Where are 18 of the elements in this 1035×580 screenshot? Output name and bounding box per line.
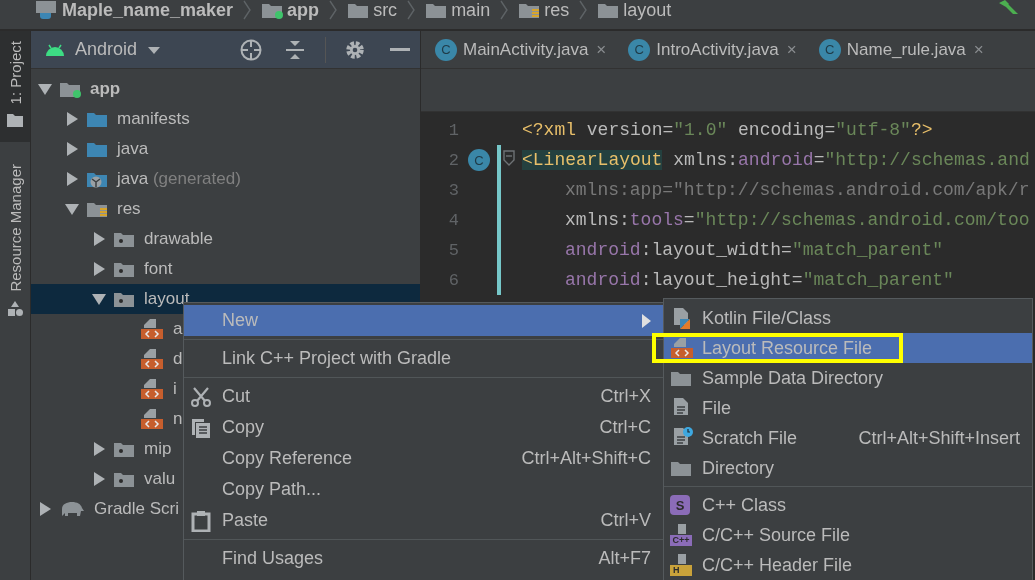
line-number: 5 — [447, 240, 460, 260]
line-number: 2 — [447, 150, 460, 170]
cpp-file-icon: C++ — [670, 524, 692, 546]
line-number: 1 — [447, 120, 460, 140]
class-icon: C — [435, 38, 457, 61]
code-line: xmlns:tools="http://schemas.android.com/too — [564, 210, 1031, 230]
class-icon: C — [628, 38, 651, 61]
class-icon: S — [670, 495, 690, 515]
header-file-icon: H — [670, 554, 692, 576]
code-line: xmlns:app="http://schemas.android.com/apk/r — [564, 180, 1031, 200]
line-number: 6 — [447, 270, 460, 290]
line-number: 3 — [447, 180, 460, 200]
code-line: <LinearLayout xmlns:android="http://schemas.and — [522, 150, 1031, 170]
line-number: 4 — [447, 210, 460, 230]
code-line: android:layout_height="match_parent" — [564, 270, 955, 290]
code-line: <?xml version="1.0" encoding="utf-8"?> — [522, 120, 934, 140]
class-icon: C — [818, 38, 841, 61]
code-line: android:layout_width="match_parent" — [564, 240, 945, 260]
